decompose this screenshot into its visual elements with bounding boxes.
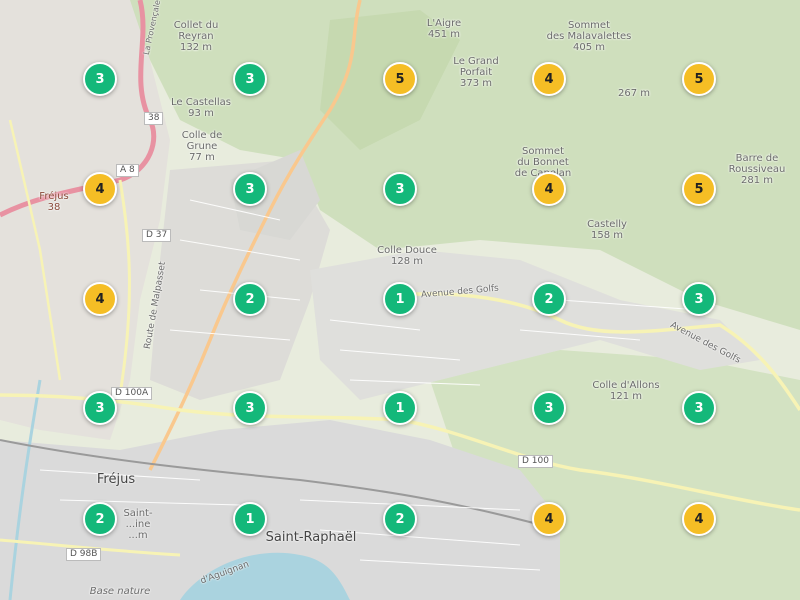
place-label-peak-267: 267 m	[617, 88, 651, 99]
place-label-le-grand-porfait: Le Grand Porfait 373 m	[453, 56, 499, 89]
place-label-saint-aygulf: Saint- ...ine ...m	[123, 508, 153, 541]
place-label-collet-du-reyran: Collet du Reyran 132 m	[173, 20, 219, 53]
cluster-marker[interactable]: 1	[383, 282, 417, 316]
place-label-frejus-small: Fréjus 38	[39, 191, 69, 213]
place-label-barre-roussiveau: Barre de Roussiveau 281 m	[728, 153, 786, 186]
cluster-marker[interactable]: 3	[233, 62, 267, 96]
cluster-marker[interactable]: 5	[383, 62, 417, 96]
road-label-38: 38	[144, 112, 164, 125]
cluster-marker[interactable]: 4	[682, 502, 716, 536]
cluster-marker[interactable]: 2	[233, 282, 267, 316]
cluster-marker[interactable]: 5	[682, 62, 716, 96]
cluster-marker[interactable]: 3	[682, 391, 716, 425]
place-label-base-nature: Base nature	[89, 586, 151, 597]
place-label-le-castellas: Le Castellas 93 m	[170, 97, 232, 119]
place-label-colle-d-allons: Colle d'Allons 121 m	[592, 380, 660, 402]
cluster-marker[interactable]: 3	[83, 62, 117, 96]
cluster-marker[interactable]: 3	[383, 172, 417, 206]
cluster-marker[interactable]: 4	[83, 282, 117, 316]
road-label-a8: A 8	[116, 164, 139, 177]
place-label-colle-douce: Colle Douce 128 m	[377, 245, 437, 267]
cluster-marker[interactable]: 1	[233, 502, 267, 536]
cluster-marker[interactable]: 5	[682, 172, 716, 206]
road-label-d98b: D 98B	[66, 548, 102, 561]
cluster-marker[interactable]: 3	[532, 391, 566, 425]
cluster-marker[interactable]: 4	[532, 502, 566, 536]
cluster-marker[interactable]: 4	[83, 172, 117, 206]
cluster-marker[interactable]: 2	[83, 502, 117, 536]
map-view[interactable]: Collet du Reyran 132 m L'Aigre 451 m Som…	[0, 0, 800, 600]
place-label-castelly: Castelly 158 m	[587, 219, 627, 241]
place-label-colle-de-grune: Colle de Grune 77 m	[181, 130, 223, 163]
cluster-marker[interactable]: 4	[532, 172, 566, 206]
road-label-d100a: D 100A	[111, 387, 153, 400]
cluster-marker[interactable]: 2	[532, 282, 566, 316]
cluster-marker[interactable]: 2	[383, 502, 417, 536]
town-label-frejus: Fréjus	[96, 472, 136, 487]
cluster-marker[interactable]: 1	[383, 391, 417, 425]
place-label-l-aigre: L'Aigre 451 m	[426, 18, 462, 40]
cluster-marker[interactable]: 3	[233, 172, 267, 206]
road-label-d37: D 37	[142, 229, 172, 242]
road-label-d100: D 100	[518, 455, 553, 468]
place-label-sommet-malavalettes: Sommet des Malavalettes 405 m	[546, 20, 632, 53]
town-label-saint-raphael: Saint-Raphaël	[265, 530, 357, 545]
cluster-marker[interactable]: 3	[233, 391, 267, 425]
cluster-marker[interactable]: 3	[83, 391, 117, 425]
cluster-marker[interactable]: 3	[682, 282, 716, 316]
cluster-marker[interactable]: 4	[532, 62, 566, 96]
